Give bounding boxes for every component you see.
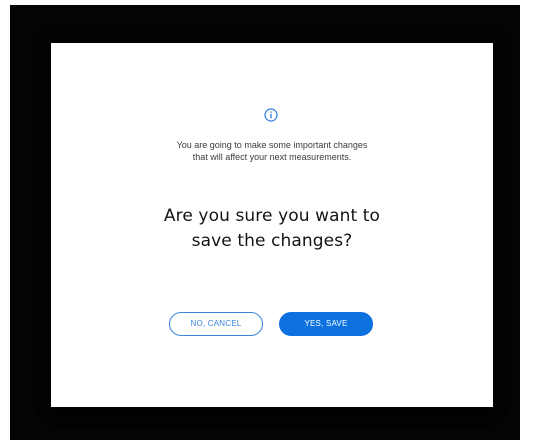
dialog-question-line-2: save the changes? — [191, 231, 353, 251]
confirm-dialog: You are going to make some important cha… — [51, 43, 493, 407]
dialog-question-line-1: Are you sure you want to — [163, 206, 381, 226]
info-circle-icon — [264, 108, 278, 122]
dialog-message-line-1: You are going to make some important cha… — [176, 140, 368, 150]
cancel-button[interactable]: NO, CANCEL — [169, 312, 263, 336]
dialog-message-line-2: that will affect your next measurements. — [192, 152, 352, 162]
save-button[interactable]: YES, SAVE — [279, 312, 373, 336]
